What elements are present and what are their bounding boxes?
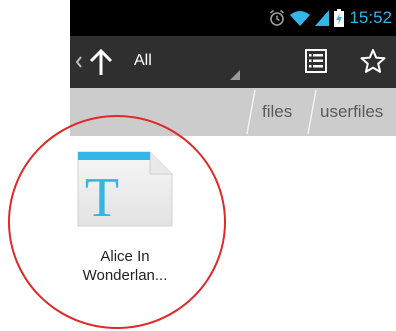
- signal-icon: [315, 10, 330, 26]
- battery-charging-icon: [334, 9, 345, 27]
- alarm-icon: [270, 9, 285, 26]
- breadcrumb-item-userfiles[interactable]: userfiles: [320, 88, 383, 136]
- chevron-left-icon: [75, 56, 82, 68]
- wifi-icon: [290, 11, 311, 26]
- file-icon-letter: T: [85, 167, 119, 228]
- status-icons: 15:52: [269, 0, 392, 36]
- breadcrumb-separator: [307, 89, 317, 135]
- up-arrow-icon: [89, 48, 113, 75]
- breadcrumb-item-files[interactable]: files: [262, 88, 292, 136]
- file-item[interactable]: T Alice In Wonderlan...: [60, 150, 190, 290]
- star-icon: [360, 49, 386, 73]
- list-view-button[interactable]: [303, 48, 329, 74]
- view-spinner-label[interactable]: All: [134, 52, 152, 70]
- status-bar: 15:52: [70, 0, 396, 36]
- status-time: 15:52: [349, 8, 392, 27]
- bookmark-button[interactable]: [360, 48, 386, 74]
- action-bar: All: [70, 36, 396, 88]
- list-view-icon: [305, 49, 327, 73]
- text-document-icon: T: [77, 151, 173, 228]
- breadcrumb-separator: [246, 89, 256, 135]
- back-button[interactable]: [72, 50, 86, 74]
- file-name-label: Alice In Wonderlan...: [82, 248, 168, 284]
- up-button[interactable]: [88, 47, 114, 77]
- breadcrumb: files userfiles: [70, 88, 396, 136]
- spinner-indicator: [230, 70, 240, 80]
